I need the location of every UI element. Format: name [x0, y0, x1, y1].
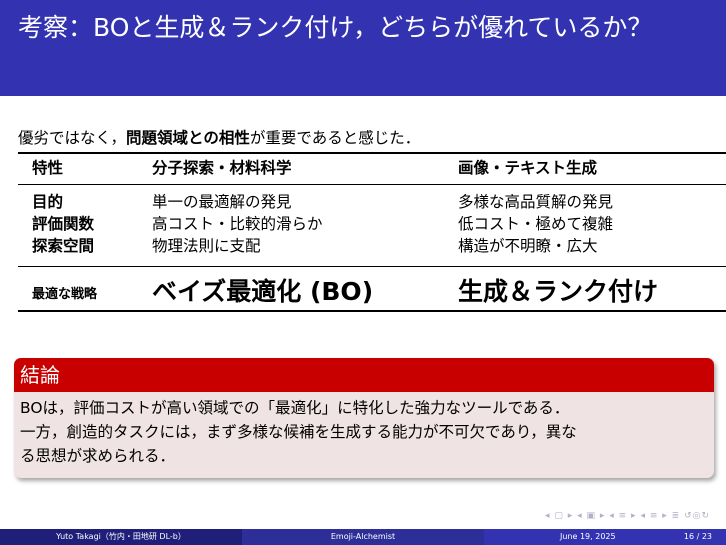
nav-section-icon[interactable]: ◂ ≡ ▸: [609, 511, 636, 521]
row-label: 評価関数: [32, 215, 95, 233]
conclusion-body: BOは，評価コストが高い領域での「最適化」に特化した強力なツールである． 一方，…: [14, 392, 714, 472]
header-molecule: 分子探索・材料科学: [152, 159, 292, 177]
footer-author: Yuto Takagi（竹内・田地研 DL-b）: [0, 529, 242, 545]
intro-sentence: 優劣ではなく，問題領域との相性が重要であると感じた．: [18, 128, 420, 148]
nav-frame-icon[interactable]: ◂ ▢ ▸: [545, 511, 573, 521]
row-bo-value: 高コスト・比較的滑らか: [152, 215, 323, 233]
nav-align-icon[interactable]: ≣: [672, 511, 681, 521]
table-top-rule: [18, 152, 726, 154]
row-gen-value: 多様な高品質解の発見: [458, 193, 614, 211]
conclusion-block: 結論 BOは，評価コストが高い領域での「最適化」に特化した強力なツールである． …: [14, 358, 714, 478]
footer-title: Emoji-Alchemist: [242, 529, 484, 545]
row-label: 探索空間: [32, 237, 95, 255]
intro-pre: 優劣ではなく，: [18, 129, 127, 147]
beamer-navigation: ◂ ▢ ▸ ◂ ▣ ▸ ◂ ≡ ▸ ◂ ≡ ▸ ≣ ↺◎↻: [545, 511, 710, 525]
row-label: 目的: [32, 193, 64, 211]
intro-emphasis: 問題領域との相性: [126, 129, 250, 147]
strategy-bo: ベイズ最適化 (BO): [152, 277, 374, 306]
header-generation: 画像・テキスト生成: [458, 159, 598, 177]
row-gen-value: 低コスト・極めて複雑: [458, 215, 614, 233]
strategy-label: 最適な戦略: [32, 287, 98, 302]
slide-title: 考察：BOと生成＆ランク付け，どちらが優れているか？: [18, 13, 653, 42]
conclusion-heading: 結論: [14, 358, 714, 392]
footer-date-page: June 19, 2025 16 / 23: [484, 529, 726, 545]
table-bottom-rule: [18, 310, 726, 312]
nav-search-icon[interactable]: ↺◎↻: [684, 511, 710, 521]
row-bo-value: 物理法則に支配: [152, 237, 261, 255]
intro-post: が重要であると感じた．: [249, 129, 421, 147]
nav-subsection-icon[interactable]: ◂ ▣ ▸: [577, 511, 605, 521]
footer-date: June 19, 2025: [560, 532, 616, 541]
conclusion-line: 一方，創造的タスクには，まず多様な候補を生成する能力が不可欠であり，異な: [20, 423, 577, 441]
header-property: 特性: [32, 159, 64, 177]
nav-section-icon[interactable]: ◂ ≡ ▸: [640, 511, 667, 521]
table-mid-rule: [18, 266, 726, 267]
title-bar: 考察：BOと生成＆ランク付け，どちらが優れているか？: [0, 0, 726, 96]
row-bo-value: 単一の最適解の発見: [152, 193, 292, 211]
conclusion-line: BOは，評価コストが高い領域での「最適化」に特化した強力なツールである．: [20, 399, 570, 417]
strategy-gen: 生成＆ランク付け: [458, 277, 659, 306]
row-gen-value: 構造が不明瞭・広大: [458, 237, 598, 255]
conclusion-line: る思想が求められる．: [20, 447, 176, 465]
footer: Yuto Takagi（竹内・田地研 DL-b） Emoji-Alchemist…: [0, 529, 726, 545]
footer-page-number: 16 / 23: [683, 532, 712, 541]
table-header-rule: [18, 184, 726, 185]
